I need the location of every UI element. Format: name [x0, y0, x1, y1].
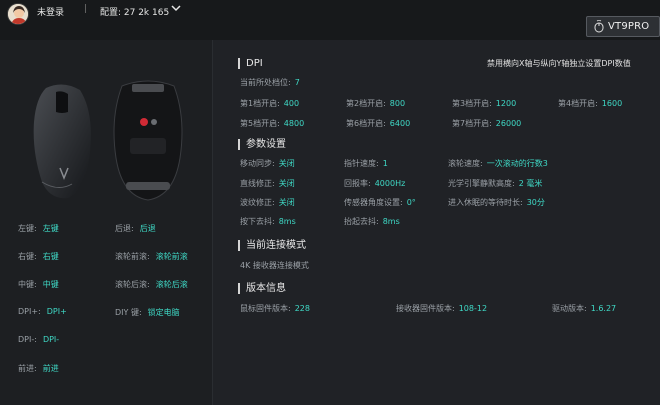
- dpi-xy-hint: 禁用横向X轴与纵向Y轴独立设置DPI数值: [487, 59, 631, 68]
- version-mouse-firmware: 鼠标固件版本: 228: [240, 304, 310, 313]
- button-map-back[interactable]: 后退: 后退: [115, 223, 156, 234]
- param-polling-rate[interactable]: 回报率: 4000Hz: [344, 178, 405, 189]
- param-sensor-angle[interactable]: 传感器角度设置: 0°: [344, 197, 416, 208]
- settings-panel: DPI 禁用横向X轴与纵向Y轴独立设置DPI数值 当前所处档位: 7 第1档开启:…: [213, 40, 660, 405]
- login-status[interactable]: 未登录: [37, 5, 64, 18]
- dpi-level-2[interactable]: 第2档开启: 800: [346, 98, 405, 109]
- avatar-icon: [8, 4, 28, 24]
- device-model-button[interactable]: VT9PRO: [586, 16, 660, 37]
- param-lift-off-distance[interactable]: 光学引擎静默高度: 2 毫米: [448, 178, 542, 189]
- chevron-down-icon[interactable]: [170, 2, 182, 14]
- button-map-dpi-plus[interactable]: DPI+: DPI+: [18, 307, 67, 316]
- button-map-wheel-up[interactable]: 滚轮前滚: 滚轮前滚: [115, 251, 188, 262]
- dpi-level-3[interactable]: 第3档开启: 1200: [452, 98, 516, 109]
- param-scroll-speed[interactable]: 滚轮速度: 一次滚动的行数3: [448, 158, 548, 169]
- version-section-title: 版本信息: [238, 283, 286, 294]
- connection-mode: 4K 接收器连接模式: [240, 261, 309, 270]
- mouse-bottom-image: [113, 80, 183, 201]
- mouse-icon: [594, 20, 604, 33]
- device-model-name: VT9PRO: [608, 21, 650, 32]
- dpi-section-title: DPI: [238, 58, 263, 69]
- left-panel: 左键: 左键 右键: 右键 中键: 中键 DPI+: DPI+ DPI-: DPI- 前进…: [0, 40, 212, 405]
- param-sleep-timeout[interactable]: 进入休眠的等待时长: 30分: [448, 197, 545, 208]
- param-pointer-speed[interactable]: 指针速度: 1: [344, 158, 388, 169]
- param-release-debounce[interactable]: 抬起去抖: 8ms: [344, 216, 400, 227]
- button-map-forward[interactable]: 前进: 前进: [18, 363, 59, 374]
- dpi-level-5[interactable]: 第5档开启: 4800: [240, 118, 304, 129]
- button-map-dpi-minus[interactable]: DPI-: DPI-: [18, 335, 59, 344]
- param-motion-sync[interactable]: 移动同步: 关闭: [240, 158, 295, 169]
- mouse-side-image: [33, 84, 91, 199]
- dpi-current-level: 当前所处档位: 7: [240, 78, 300, 87]
- version-driver: 驱动版本: 1.6.27: [552, 304, 617, 313]
- config-label[interactable]: 配置: 27 2k 165: [100, 5, 169, 18]
- avatar[interactable]: [7, 3, 29, 25]
- dpi-level-4[interactable]: 第4档开启: 1600: [558, 98, 622, 109]
- version-receiver-firmware: 接收器固件版本: 108-12: [396, 304, 488, 313]
- param-ripple-control[interactable]: 波纹修正: 关闭: [240, 197, 295, 208]
- button-map-diy[interactable]: DIY 键: 锁定电脑: [115, 307, 180, 318]
- button-map-right[interactable]: 右键: 右键: [18, 251, 59, 262]
- button-map-middle[interactable]: 中键: 中键: [18, 279, 59, 290]
- top-bar: 未登录 | 配置: 27 2k 165 VT9PRO: [0, 0, 660, 40]
- dpi-level-7[interactable]: 第7档开启: 26000: [452, 118, 521, 129]
- dpi-level-1[interactable]: 第1档开启: 400: [240, 98, 299, 109]
- param-press-debounce[interactable]: 按下去抖: 8ms: [240, 216, 296, 227]
- header-separator: |: [84, 4, 88, 14]
- params-section-title: 参数设置: [238, 139, 286, 150]
- param-angle-snapping[interactable]: 直线修正: 关闭: [240, 178, 295, 189]
- connection-section-title: 当前连接模式: [238, 240, 306, 251]
- dpi-level-6[interactable]: 第6档开启: 6400: [346, 118, 410, 129]
- button-map-wheel-down[interactable]: 滚轮后滚: 滚轮后滚: [115, 279, 188, 290]
- button-map-left[interactable]: 左键: 左键: [18, 223, 59, 234]
